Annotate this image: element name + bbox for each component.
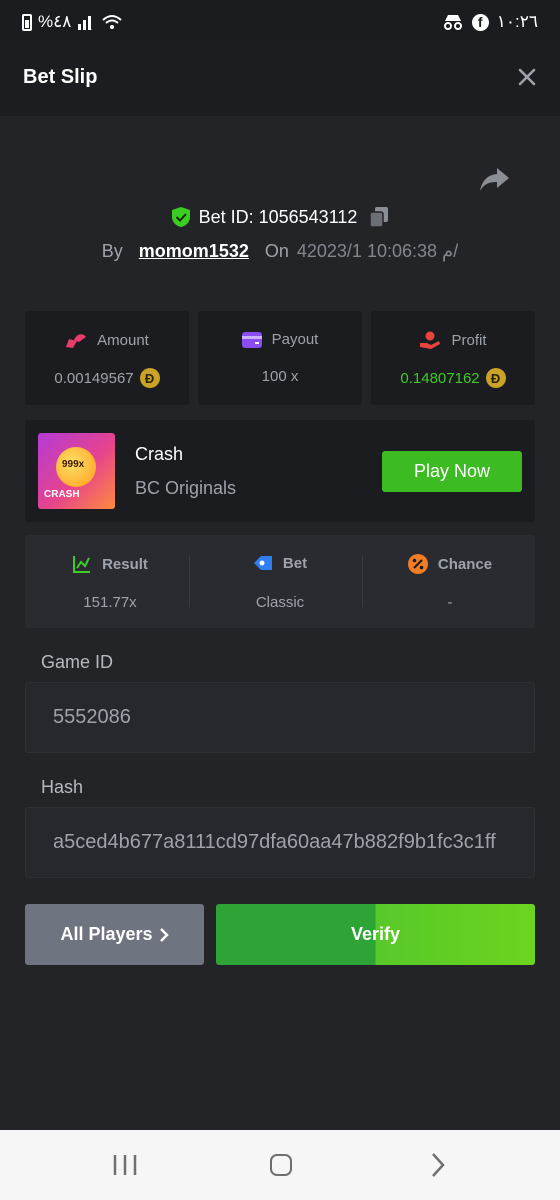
- wifi-icon: [102, 15, 123, 29]
- chance-label: Chance: [437, 555, 493, 573]
- all-players-label: All Players: [60, 924, 153, 944]
- username-link[interactable]: momom1532: [139, 241, 249, 262]
- close-icon: [518, 68, 536, 86]
- bet-column: Bet Classic: [195, 535, 365, 628]
- hash-field[interactable]: a5ced4b677a8111cd97dfa60aa47b882f9b1fc3c…: [25, 807, 535, 878]
- payout-card: Payout 100 x: [198, 311, 362, 405]
- result-value: 151.77x: [83, 594, 137, 611]
- status-bar: %٤٨ . f ١٠:٢٦: [0, 0, 560, 40]
- hash-label: Hash: [41, 777, 84, 797]
- bet-datetime: 4م 10:06:38 2023/1/: [296, 241, 459, 261]
- game-card: 999x CRASH Crash BC Originals Play Now: [25, 420, 535, 522]
- profit-card: Profit 0.14807162 Ð: [371, 311, 535, 405]
- amount-label: Amount: [97, 331, 149, 349]
- amount-value: 0.00149567: [54, 369, 134, 387]
- thumb-badge: 999x: [62, 459, 85, 470]
- verify-button[interactable]: Verify: [216, 904, 535, 965]
- clock: ١٠:٢٦: [496, 12, 538, 31]
- page-title: Bet Slip: [23, 66, 98, 88]
- by-label: By: [101, 241, 123, 261]
- result-panel: Result 151.77x Bet Classic Chance -: [25, 535, 535, 628]
- game-name: Crash: [135, 444, 184, 464]
- facebook-icon: f: [471, 13, 489, 31]
- game-id-field[interactable]: 5552086: [25, 682, 535, 753]
- result-chart-icon: [73, 556, 91, 573]
- doge-coin-icon: Ð: [485, 368, 506, 388]
- share-icon[interactable]: [478, 166, 510, 194]
- result-column: Result 151.77x: [25, 535, 195, 628]
- divider: [189, 555, 190, 607]
- all-players-button[interactable]: All Players: [25, 904, 204, 965]
- percent-icon: [407, 554, 428, 574]
- payout-value: 100 x: [261, 368, 299, 385]
- bet-id: Bet ID: 1056543112: [198, 206, 358, 227]
- thumb-label: CRASH: [44, 489, 80, 500]
- chevron-right-icon: [159, 927, 169, 942]
- game-id-label: Game ID: [41, 652, 114, 672]
- doge-coin-icon: Ð: [139, 368, 160, 388]
- signal-icon: .: [78, 16, 93, 30]
- chance-column: Chance -: [365, 535, 535, 628]
- copy-icon[interactable]: [369, 206, 389, 228]
- recent-apps-icon[interactable]: [112, 1154, 138, 1176]
- on-label: On: [264, 241, 289, 261]
- battery-icon: [22, 13, 32, 31]
- close-button[interactable]: [512, 62, 542, 92]
- home-icon[interactable]: [270, 1154, 292, 1176]
- bet-id-row: Bet ID: 1056543112: [0, 206, 560, 228]
- wallet-icon: [241, 331, 262, 348]
- play-now-button[interactable]: Play Now: [382, 451, 522, 492]
- status-left: %٤٨ .: [22, 12, 123, 32]
- bet-label: Bet: [282, 554, 308, 572]
- profit-value: 0.14807162: [400, 369, 480, 387]
- game-provider: BC Originals: [135, 478, 237, 498]
- profit-hand-icon: [420, 331, 441, 349]
- incognito-icon: [443, 15, 462, 30]
- payout-label: Payout: [271, 331, 319, 348]
- battery-percent: %٤٨: [38, 12, 72, 31]
- system-nav-bar: [0, 1130, 560, 1200]
- amount-card: Amount 0.00149567 Ð: [25, 311, 189, 405]
- shield-check-icon: [171, 207, 190, 227]
- amount-icon: [66, 334, 87, 348]
- result-label: Result: [102, 555, 148, 573]
- bet-owner-row: By momom1532 On 4م 10:06:38 2023/1/: [0, 241, 560, 262]
- back-chevron-icon[interactable]: [430, 1152, 446, 1178]
- divider: [362, 555, 363, 607]
- chance-value: -: [447, 594, 453, 611]
- svg-text:.: .: [91, 26, 93, 30]
- status-right: f ١٠:٢٦: [442, 12, 538, 32]
- header-bar: Bet Slip: [0, 40, 560, 116]
- bet-value: Classic: [255, 594, 305, 611]
- bet-tag-icon: [253, 556, 272, 570]
- game-thumbnail[interactable]: 999x CRASH: [38, 433, 115, 509]
- profit-label: Profit: [451, 331, 487, 349]
